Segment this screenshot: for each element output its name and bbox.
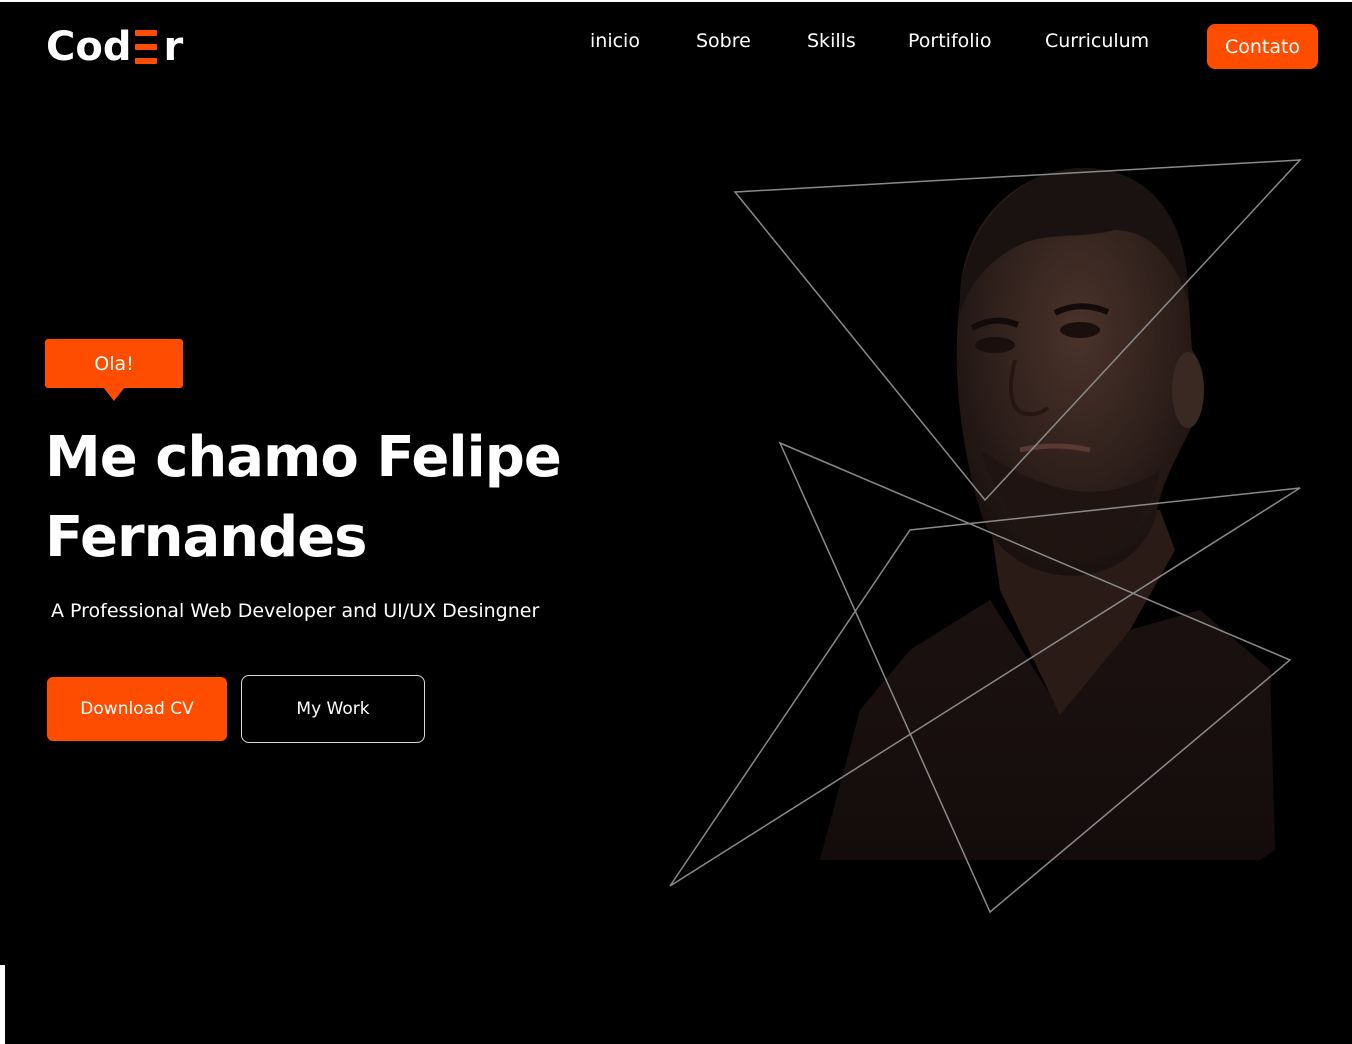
- hero-title-line-2: Fernandes: [45, 505, 368, 570]
- page-edge-artifact: [0, 965, 5, 1044]
- nav-item-curriculum[interactable]: Curriculum: [1045, 28, 1149, 54]
- hero-subtitle: A Professional Web Developer and UI/UX D…: [51, 600, 540, 622]
- download-cv-button[interactable]: Download CV: [47, 677, 227, 741]
- profile-portrait: [669, 159, 1302, 914]
- nav-item-skills[interactable]: Skills: [807, 28, 856, 54]
- nav-item-sobre[interactable]: Sobre: [696, 28, 751, 54]
- portrait-eye-right: [1060, 322, 1100, 338]
- nav-item-inicio[interactable]: inicio: [590, 28, 640, 54]
- main-nav: inicio Sobre Skills Portifolio Curriculu…: [0, 28, 1352, 58]
- nav-item-portifolio[interactable]: Portifolio: [908, 28, 991, 54]
- greeting-badge: Ola!: [45, 339, 183, 401]
- hero-title: Me chamo Felipe Fernandes: [45, 418, 645, 578]
- contact-button[interactable]: Contato: [1207, 24, 1318, 69]
- portrait-ear: [1172, 352, 1204, 428]
- hero-title-line-1: Me chamo Felipe: [45, 425, 562, 490]
- page-top-border: [0, 0, 1352, 2]
- portrait-eye-left: [975, 337, 1015, 353]
- my-work-button[interactable]: My Work: [241, 675, 425, 743]
